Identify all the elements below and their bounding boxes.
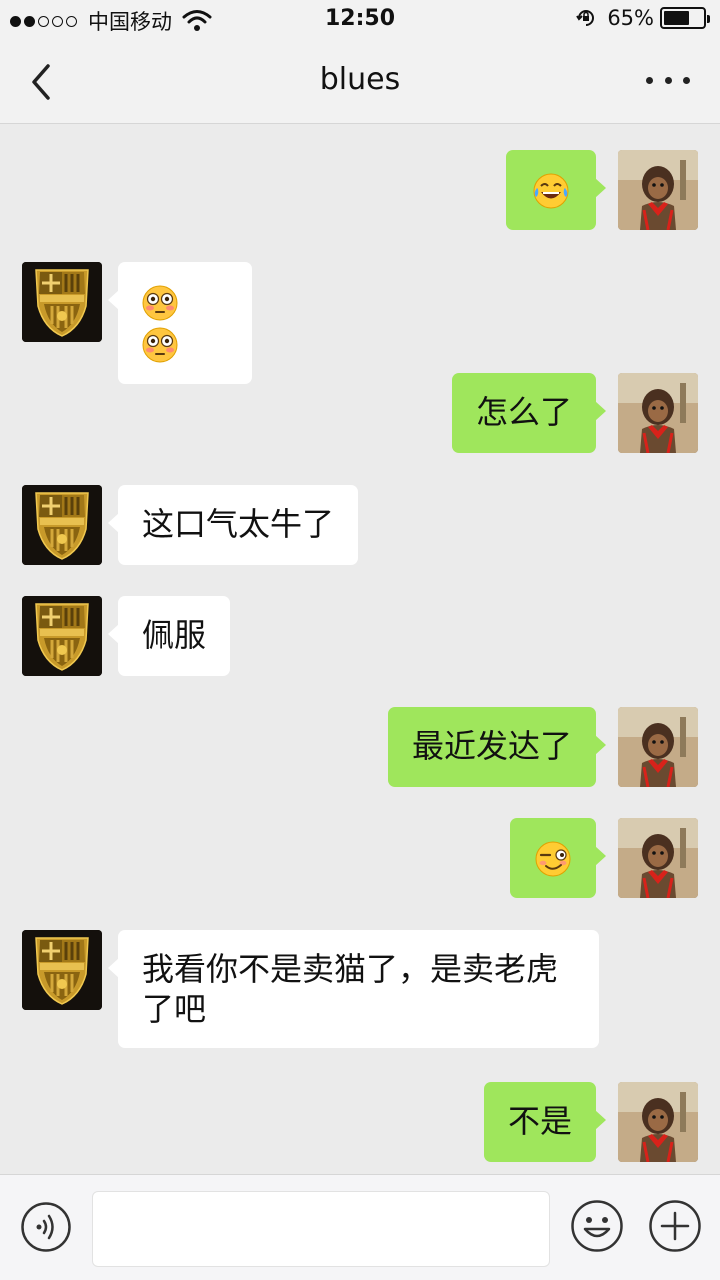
tears-of-joy-emoji-icon xyxy=(533,173,569,209)
more-dots-icon[interactable] xyxy=(646,70,690,90)
message-input[interactable] xyxy=(92,1191,550,1267)
status-bar: 中国移动 12:50 65% xyxy=(0,0,720,40)
monkey-king-avatar-image xyxy=(618,707,698,787)
smiley-icon[interactable] xyxy=(570,1199,624,1253)
my-avatar[interactable] xyxy=(618,1082,698,1162)
message-text: 这口气太牛了 xyxy=(142,505,335,543)
message-bubble[interactable] xyxy=(510,818,606,898)
voice-input-icon[interactable] xyxy=(20,1201,72,1253)
rotation-lock-icon xyxy=(576,10,595,26)
contact-avatar[interactable] xyxy=(22,262,102,342)
message-bubble[interactable]: 佩服 xyxy=(107,596,231,676)
message-text: 怎么了 xyxy=(475,393,572,431)
input-bar xyxy=(0,1174,720,1280)
my-avatar[interactable] xyxy=(618,373,698,453)
message-text: 佩服 xyxy=(142,616,207,654)
monkey-king-avatar-image xyxy=(618,1082,698,1162)
message-text: 我看你不是卖猫了，是卖老虎了吧 xyxy=(142,950,559,1028)
message-text: 最近发达了 xyxy=(411,727,572,765)
battery-level xyxy=(664,11,689,25)
message-bubble[interactable]: 怎么了 xyxy=(451,373,607,453)
contact-avatar[interactable] xyxy=(22,930,102,1010)
my-avatar[interactable] xyxy=(618,150,698,230)
chat-title: blues xyxy=(319,62,401,97)
contact-avatar[interactable] xyxy=(22,485,102,565)
my-avatar[interactable] xyxy=(618,818,698,898)
my-avatar[interactable] xyxy=(618,707,698,787)
message-bubble[interactable]: 最近发达了 xyxy=(387,707,607,787)
flushed-emoji-icon xyxy=(142,327,178,363)
monkey-king-avatar-image xyxy=(618,818,698,898)
club-crest-avatar-image xyxy=(22,262,102,342)
club-crest-avatar-image xyxy=(22,930,102,1010)
more-dot xyxy=(646,76,653,84)
more-dot xyxy=(683,76,690,84)
message-bubble[interactable] xyxy=(108,262,252,384)
chat-area[interactable]: 怎么了 这口气太牛了 佩服 最近发达了 我看你不是卖猫了，是卖老虎了吧 不是 xyxy=(0,124,720,1174)
plus-circle-icon[interactable] xyxy=(648,1199,702,1253)
more-dot xyxy=(664,76,672,84)
battery-percent: 65% xyxy=(607,6,654,30)
message-bubble[interactable]: 这口气太牛了 xyxy=(107,485,359,565)
battery-icon xyxy=(660,7,710,29)
monkey-king-avatar-image xyxy=(618,373,698,453)
monkey-king-avatar-image xyxy=(618,150,698,230)
club-crest-avatar-image xyxy=(22,485,102,565)
nav-bar: blues xyxy=(0,40,720,124)
message-bubble[interactable]: 我看你不是卖猫了，是卖老虎了吧 xyxy=(108,930,599,1048)
status-right: 65% xyxy=(575,6,710,30)
flushed-emoji-icon xyxy=(142,285,178,321)
message-text: 不是 xyxy=(507,1102,572,1140)
message-bubble[interactable] xyxy=(506,150,606,230)
club-crest-avatar-image xyxy=(22,596,102,676)
sly-smile-emoji-icon xyxy=(535,841,571,877)
contact-avatar[interactable] xyxy=(22,596,102,676)
message-bubble[interactable]: 不是 xyxy=(483,1082,607,1162)
